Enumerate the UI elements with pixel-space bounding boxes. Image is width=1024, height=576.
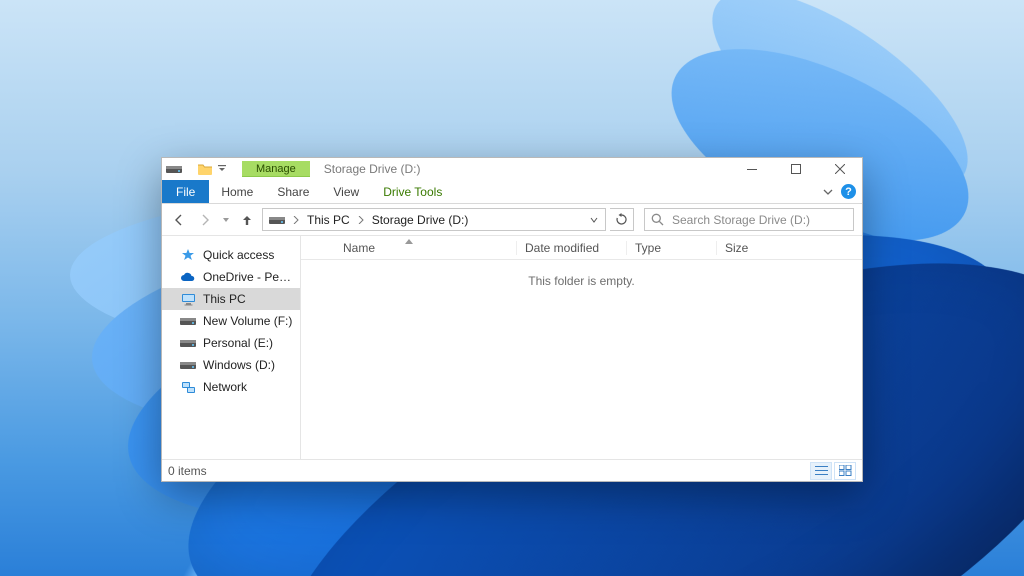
address-bar[interactable]: This PC Storage Drive (D:)	[262, 208, 606, 231]
navigation-row: This PC Storage Drive (D:)	[162, 204, 862, 236]
close-button[interactable]	[818, 158, 862, 180]
chevron-right-icon[interactable]	[356, 216, 366, 224]
tab-drive-tools[interactable]: Drive Tools	[371, 180, 454, 203]
column-type[interactable]: Type	[626, 241, 716, 255]
search-input[interactable]	[670, 212, 847, 228]
breadcrumb-this-pc[interactable]: This PC	[303, 209, 354, 230]
window-title: Storage Drive (D:)	[324, 162, 421, 176]
sidebar-item-quick-access[interactable]: Quick access	[162, 244, 300, 266]
sidebar-item-network[interactable]: Network	[162, 376, 300, 398]
title-bar[interactable]: Manage Storage Drive (D:)	[162, 158, 862, 180]
refresh-button[interactable]	[610, 208, 634, 231]
file-explorer-window: Manage Storage Drive (D:) File Home Shar…	[161, 157, 863, 482]
monitor-icon	[180, 291, 196, 307]
chevron-right-icon[interactable]	[291, 216, 301, 224]
drive-icon	[166, 161, 182, 177]
ribbon-expand-icon[interactable]	[823, 187, 833, 197]
quick-access-toolbar	[162, 158, 242, 180]
sidebar-item-label: Quick access	[203, 248, 274, 262]
sidebar-item-onedrive[interactable]: OneDrive - Personal	[162, 266, 300, 288]
cloud-icon	[180, 269, 196, 285]
column-name[interactable]: Name	[301, 241, 516, 255]
drive-icon	[180, 313, 196, 329]
search-icon	[651, 213, 664, 226]
contextual-tab-manage[interactable]: Manage	[242, 161, 310, 177]
status-bar: 0 items	[162, 459, 862, 481]
recent-locations-button[interactable]	[220, 209, 232, 231]
sidebar-item-this-pc[interactable]: This PC	[162, 288, 300, 310]
back-button[interactable]	[168, 209, 190, 231]
sidebar-item-label: This PC	[203, 292, 246, 306]
help-icon[interactable]: ?	[841, 184, 856, 199]
sidebar-item-personal[interactable]: Personal (E:)	[162, 332, 300, 354]
tab-home[interactable]: Home	[209, 180, 265, 203]
item-count: 0 items	[168, 464, 207, 478]
network-icon	[180, 379, 196, 395]
sidebar-item-label: OneDrive - Personal	[203, 270, 294, 284]
folder-open-icon[interactable]	[197, 161, 213, 177]
column-date-modified[interactable]: Date modified	[516, 241, 626, 255]
sidebar-item-label: Network	[203, 380, 247, 394]
sidebar-item-label: Personal (E:)	[203, 336, 273, 350]
search-box[interactable]	[644, 208, 854, 231]
sidebar-item-label: New Volume (F:)	[203, 314, 292, 328]
sidebar-item-new-volume[interactable]: New Volume (F:)	[162, 310, 300, 332]
column-label: Name	[343, 241, 375, 255]
ribbon-tabs: File Home Share View Drive Tools ?	[162, 180, 862, 204]
drive-icon	[265, 209, 289, 230]
sidebar-item-label: Windows (D:)	[203, 358, 275, 372]
empty-folder-message: This folder is empty.	[301, 260, 862, 288]
column-size[interactable]: Size	[716, 241, 786, 255]
sort-ascending-icon	[405, 239, 413, 244]
qat-dropdown-icon[interactable]	[217, 161, 227, 177]
tab-view[interactable]: View	[321, 180, 371, 203]
address-dropdown-icon[interactable]	[585, 216, 603, 224]
details-view-button[interactable]	[810, 462, 832, 480]
file-list-area[interactable]	[301, 288, 862, 459]
star-icon	[180, 247, 196, 263]
drive-icon	[180, 357, 196, 373]
breadcrumb-current[interactable]: Storage Drive (D:)	[368, 209, 473, 230]
desktop-wallpaper: Manage Storage Drive (D:) File Home Shar…	[0, 0, 1024, 576]
forward-button[interactable]	[194, 209, 216, 231]
content-pane[interactable]: Name Date modified Type Size This folder…	[301, 236, 862, 459]
minimize-button[interactable]	[730, 158, 774, 180]
large-icons-view-button[interactable]	[834, 462, 856, 480]
sidebar-item-windows[interactable]: Windows (D:)	[162, 354, 300, 376]
tab-share[interactable]: Share	[265, 180, 321, 203]
window-controls	[730, 158, 862, 180]
drive-icon	[180, 335, 196, 351]
maximize-button[interactable]	[774, 158, 818, 180]
tab-file[interactable]: File	[162, 180, 209, 203]
navigation-pane[interactable]: Quick access OneDrive - Personal This PC	[162, 236, 301, 459]
up-button[interactable]	[236, 209, 258, 231]
column-headers: Name Date modified Type Size	[301, 236, 862, 260]
